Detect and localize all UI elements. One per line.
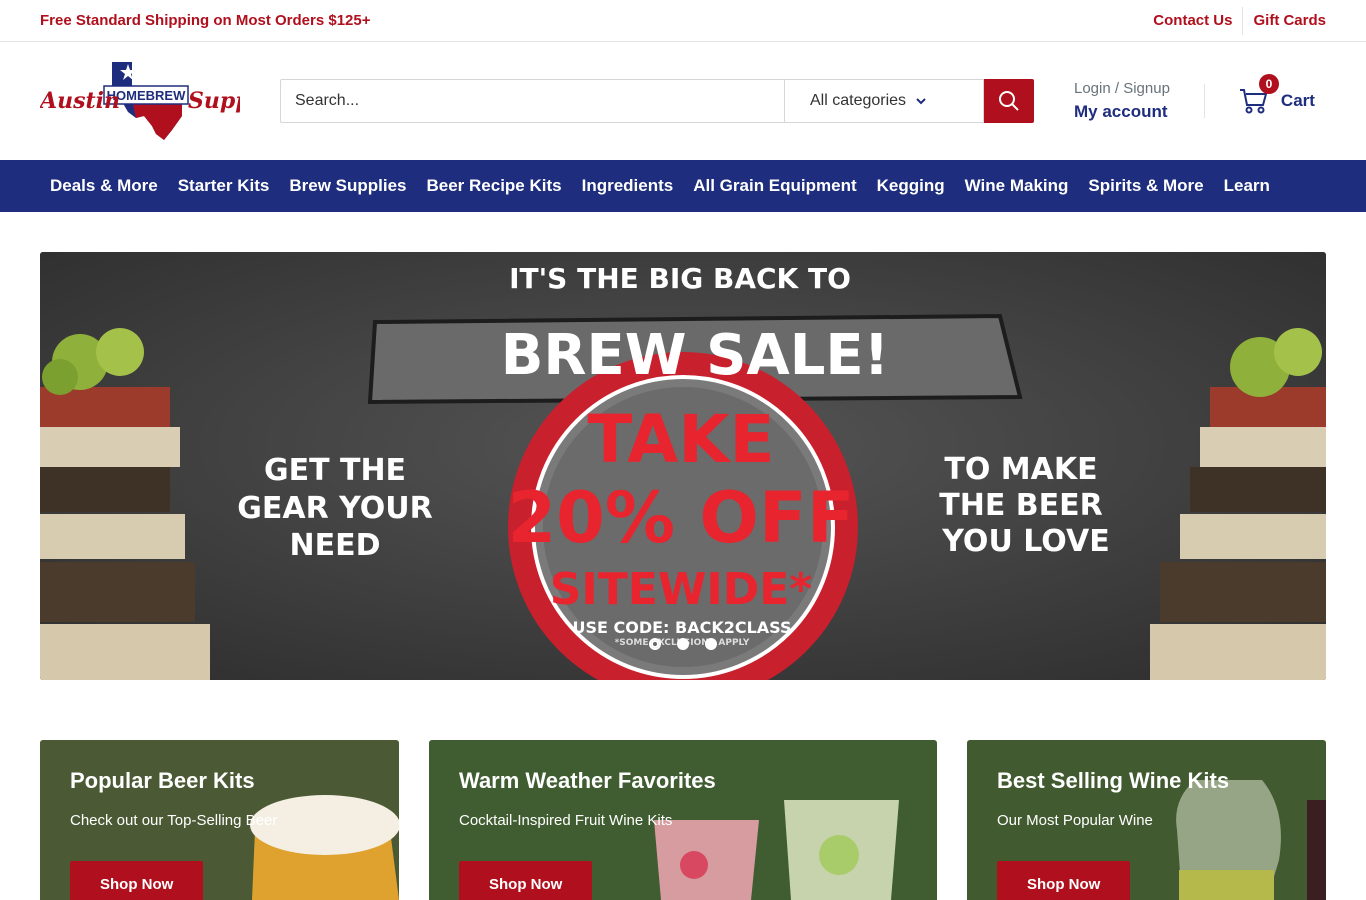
store-logo[interactable]: HOMEBREW Austin Supply xyxy=(38,60,274,142)
account-menu[interactable]: Login / Signup My account xyxy=(1074,80,1170,122)
gift-cards-link[interactable]: Gift Cards xyxy=(1243,12,1326,29)
shop-now-button[interactable]: Shop Now xyxy=(997,861,1131,900)
svg-text:YOU LOVE: YOU LOVE xyxy=(941,524,1109,559)
svg-text:20% OFF: 20% OFF xyxy=(507,477,854,559)
card-title: Warm Weather Favorites xyxy=(459,768,716,793)
shipping-promo: Free Standard Shipping on Most Orders $1… xyxy=(40,12,371,29)
main-nav: Deals & More Starter Kits Brew Supplies … xyxy=(0,160,1366,212)
category-select-value: All categories xyxy=(810,92,907,109)
nav-starter-kits[interactable]: Starter Kits xyxy=(178,176,270,196)
top-links: Contact Us Gift Cards xyxy=(1143,6,1326,35)
promo-card-warm-weather[interactable]: Warm Weather Favorites Cocktail-Inspired… xyxy=(429,740,937,900)
site-header: HOMEBREW Austin Supply All categories Lo… xyxy=(0,42,1366,160)
card-subtitle: Check out our Top-Selling Beer xyxy=(70,812,278,829)
svg-text:TAKE: TAKE xyxy=(587,401,774,478)
slide-dot-1[interactable] xyxy=(649,638,661,650)
shop-now-button[interactable]: Shop Now xyxy=(70,861,204,900)
slideshow-dots xyxy=(40,638,1326,650)
search-bar: All categories xyxy=(280,79,1034,123)
nav-ingredients[interactable]: Ingredients xyxy=(582,176,674,196)
nav-beer-recipe-kits[interactable]: Beer Recipe Kits xyxy=(426,176,561,196)
nav-brew-supplies[interactable]: Brew Supplies xyxy=(289,176,406,196)
card-subtitle: Cocktail-Inspired Fruit Wine Kits xyxy=(459,812,673,829)
shop-now-button[interactable]: Shop Now xyxy=(459,861,593,900)
svg-text:GEAR YOUR: GEAR YOUR xyxy=(237,491,433,526)
svg-text:GET THE: GET THE xyxy=(264,453,406,488)
cart-label: Cart xyxy=(1280,91,1315,110)
hero-slideshow[interactable]: IT'S THE BIG BACK TO BREW SALE! GET THE … xyxy=(40,252,1326,680)
slide-dot-2[interactable] xyxy=(677,638,689,650)
svg-text:Austin: Austin xyxy=(40,88,120,114)
promo-card-wine-kits[interactable]: Best Selling Wine Kits Our Most Popular … xyxy=(967,740,1326,900)
svg-text:USE CODE: BACK2CLASS: USE CODE: BACK2CLASS xyxy=(572,618,791,637)
search-icon xyxy=(999,91,1019,111)
svg-text:Supply: Supply xyxy=(188,88,240,114)
nav-all-grain-equipment[interactable]: All Grain Equipment xyxy=(693,176,856,196)
card-title: Popular Beer Kits xyxy=(70,768,255,793)
svg-text:BREW SALE!: BREW SALE! xyxy=(501,323,889,388)
svg-text:NEED: NEED xyxy=(290,528,381,563)
cart-count-badge: 0 xyxy=(1258,74,1279,94)
nav-kegging[interactable]: Kegging xyxy=(877,176,945,196)
nav-learn[interactable]: Learn xyxy=(1224,176,1270,196)
my-account-link[interactable]: My account xyxy=(1074,102,1170,122)
login-signup-link[interactable]: Login / Signup xyxy=(1074,80,1170,97)
divider xyxy=(1203,84,1205,118)
search-input[interactable] xyxy=(280,79,784,123)
card-title: Best Selling Wine Kits xyxy=(997,768,1230,793)
svg-text:SITEWIDE*: SITEWIDE* xyxy=(550,564,813,615)
promo-cards: Popular Beer Kits Check out our Top-Sell… xyxy=(40,740,1326,900)
chevron-down-icon xyxy=(916,98,926,105)
svg-text:THE BEER: THE BEER xyxy=(939,488,1102,523)
promo-card-beer-kits[interactable]: Popular Beer Kits Check out our Top-Sell… xyxy=(40,740,399,900)
sale-banner-image: IT'S THE BIG BACK TO BREW SALE! GET THE … xyxy=(40,252,1326,680)
slide-dot-3[interactable] xyxy=(705,638,717,650)
category-select[interactable]: All categories xyxy=(784,79,984,123)
card-subtitle: Our Most Popular Wine xyxy=(997,812,1153,829)
search-button[interactable] xyxy=(984,79,1034,123)
svg-text:TO MAKE: TO MAKE xyxy=(944,452,1097,487)
nav-wine-making[interactable]: Wine Making xyxy=(965,176,1069,196)
nav-spirits[interactable]: Spirits & More xyxy=(1088,176,1203,196)
svg-text:IT'S THE BIG BACK TO: IT'S THE BIG BACK TO xyxy=(509,262,851,295)
texas-logo-icon: HOMEBREW Austin Supply xyxy=(38,62,274,140)
cart-button[interactable]: 0 Cart xyxy=(1239,74,1315,114)
nav-deals[interactable]: Deals & More xyxy=(50,176,158,196)
announcement-bar: Free Standard Shipping on Most Orders $1… xyxy=(0,0,1366,42)
contact-us-link[interactable]: Contact Us xyxy=(1143,12,1242,29)
